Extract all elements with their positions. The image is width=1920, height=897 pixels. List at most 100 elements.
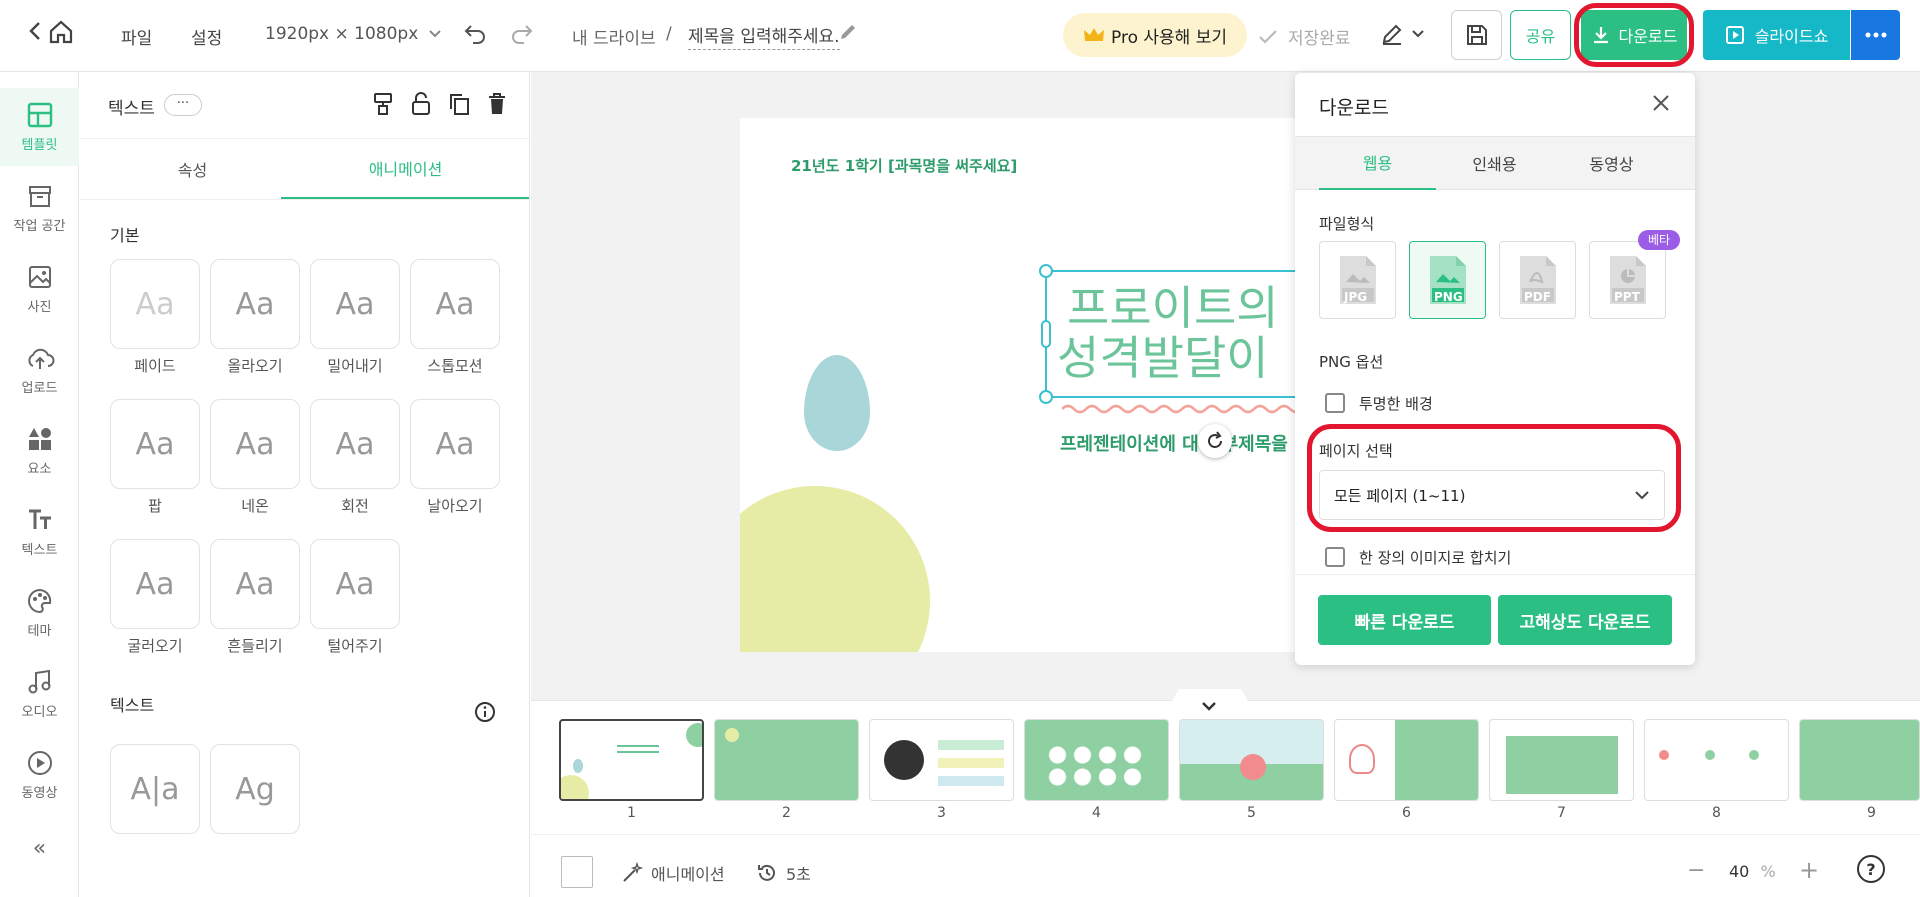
rail-item-workspace[interactable]: 작업 공간 [0,173,79,243]
anim-rise[interactable]: Aa [210,259,300,349]
page-thumbnail-5[interactable] [1179,719,1324,801]
transparent-bg-checkbox[interactable] [1325,393,1345,413]
format-pdf-option[interactable]: PDF [1499,241,1576,319]
anim-shake-off-preview: Aa [335,566,375,602]
duration-control[interactable]: 5초 [756,861,811,885]
duplicate-icon[interactable] [448,92,470,120]
anim-roll-in[interactable]: Aa [110,539,200,629]
rotate-handle[interactable] [1198,424,1232,458]
slide-teal-drop-shape[interactable] [804,355,870,451]
anim-shake[interactable]: Aa [210,539,300,629]
undo-icon[interactable] [463,22,487,44]
page-thumbnail-9[interactable] [1799,719,1920,801]
rail-item-elements[interactable]: 요소 [0,416,79,486]
tab-video[interactable]: 동영상 [1553,136,1670,190]
menu-settings[interactable]: 설정 [191,24,222,49]
thumb-decoration [561,775,589,799]
format-ppt-option[interactable]: PPT [1589,241,1666,319]
unlock-icon[interactable] [411,92,431,120]
info-icon[interactable] [474,701,496,727]
anim-pop[interactable]: Aa [110,399,200,489]
text-anim-bounce[interactable]: Ag [210,744,300,834]
anim-shake-off[interactable]: Aa [310,539,400,629]
menu-file[interactable]: 파일 [121,24,152,49]
anim-fade[interactable]: Aa [110,259,200,349]
back-icon[interactable] [28,20,42,42]
anim-fly-in[interactable]: Aa [410,399,500,489]
slide-subtitle-top[interactable]: 21년도 1학기 [과목명을 써주세요] [791,155,1017,176]
breadcrumb-drive[interactable]: 내 드라이브 [572,24,656,49]
panel-more-button[interactable]: ··· [164,94,202,116]
slide-yellow-circle-shape[interactable] [740,486,930,652]
pen-tool-menu[interactable] [1380,22,1424,46]
slide-title-textbox[interactable]: 프로이트의 성격발달이 [1045,270,1300,398]
rail-item-template[interactable]: 템플릿 [0,92,79,162]
resize-handle[interactable] [1039,390,1053,404]
trash-icon[interactable] [487,92,507,120]
slideshow-button[interactable]: 슬라이드쇼 [1703,10,1850,60]
tab-print[interactable]: 인쇄용 [1436,136,1553,190]
rail-item-theme[interactable]: 테마 [0,578,79,648]
page-thumbnail-6[interactable] [1334,719,1479,801]
top-bar: 파일 설정 1920px × 1080px 내 드라이브 / 제목을 입력해주세… [0,0,1920,72]
format-png-option[interactable]: PNG [1409,241,1486,319]
collapse-filmstrip-icon[interactable] [1200,697,1218,716]
zoom-in-button[interactable]: + [1799,856,1819,884]
home-icon[interactable] [48,20,74,44]
save-button[interactable] [1451,10,1502,60]
animation-toggle[interactable]: 애니메이션 [621,861,725,885]
format-jpg-option[interactable]: JPG [1319,241,1396,319]
doc-title-field[interactable]: 제목을 입력해주세요. [688,22,840,50]
page-thumbnail-7[interactable] [1489,719,1634,801]
save-status: 저장완료 [1258,24,1351,49]
tab-animation[interactable]: 애니메이션 [281,139,529,199]
tab-web[interactable]: 웹용 [1319,136,1436,190]
merge-images-checkbox[interactable] [1325,547,1345,567]
quick-download-button[interactable]: 빠른 다운로드 [1318,595,1491,645]
resize-handle[interactable] [1041,320,1051,348]
rail-label: 오디오 [21,705,58,720]
zoom-out-button[interactable]: − [1687,858,1705,883]
page-thumbnail-1[interactable] [559,719,704,801]
rail-item-video[interactable]: 동영상 [0,740,79,810]
share-button[interactable]: 공유 [1510,10,1571,60]
anim-push[interactable]: Aa [310,259,400,349]
divider [80,199,529,200]
redo-icon[interactable] [510,22,534,44]
zoom-level[interactable]: 40 % [1729,862,1776,881]
rail-item-text[interactable]: 텍스트 [0,497,79,567]
chevron-down-icon [1412,30,1424,38]
page-thumbnail-4[interactable] [1024,719,1169,801]
format-pdf-label: PDF [1524,290,1551,304]
rail-item-audio[interactable]: 오디오 [0,659,79,729]
slide-canvas[interactable]: 21년도 1학기 [과목명을 써주세요] 프로이트의 성격발달이 프레젠테이션에… [740,118,1300,652]
rail-item-upload[interactable]: 업로드 [0,335,79,405]
text-anim-typing[interactable]: A|a [110,744,200,834]
collapse-rail-button[interactable]: « [0,828,79,868]
format-painter-icon[interactable] [372,92,394,120]
anim-label: 굴러오기 [127,637,183,655]
anim-stopmotion[interactable]: Aa [410,259,500,349]
anim-neon[interactable]: Aa [210,399,300,489]
background-color-swatch[interactable] [561,856,593,888]
rail-item-photo[interactable]: 사진 [0,254,79,324]
edit-pencil-icon[interactable] [838,22,858,42]
slide-tagline[interactable]: 프레젠테이션에 대한 부제목을 [1060,430,1288,456]
zoom-unit: % [1760,862,1776,881]
page-thumbnail-8[interactable] [1644,719,1789,801]
anim-rotate[interactable]: Aa [310,399,400,489]
pro-trial-button[interactable]: Pro 사용해 보기 [1063,13,1247,57]
page-thumbnail-2[interactable] [714,719,859,801]
close-icon[interactable] [1651,93,1671,117]
page-thumbnail-3[interactable] [869,719,1014,801]
resize-handle[interactable] [1039,264,1053,278]
help-button[interactable]: ? [1857,855,1885,883]
download-panel: 다운로드 웹용 인쇄용 동영상 파일형식 JPG PNG PDF PPT 베타 … [1295,73,1695,665]
tab-properties[interactable]: 속성 [80,139,305,199]
more-options-button[interactable] [1851,10,1900,60]
anim-label: 팝 [148,497,162,515]
panel-title: 텍스트 [108,99,155,119]
hires-download-button[interactable]: 고해상도 다운로드 [1498,595,1672,645]
pro-trial-label: Pro 사용해 보기 [1111,27,1227,48]
canvas-size-select[interactable]: 1920px × 1080px [265,24,442,44]
